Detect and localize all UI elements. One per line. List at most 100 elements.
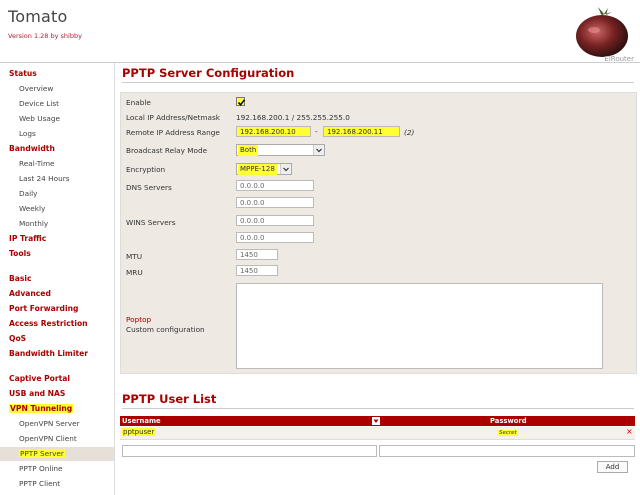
wins-server-1-input[interactable]: 0.0.0.0 bbox=[236, 215, 314, 226]
sidebar-item-label: Monthly bbox=[19, 219, 49, 228]
enable-label: Enable bbox=[126, 98, 151, 107]
sidebar-item-openvpn-client[interactable]: OpenVPN Client bbox=[19, 432, 114, 446]
mtu-input[interactable]: 1450 bbox=[236, 249, 278, 260]
sidebar-item-access-restriction[interactable]: Access Restriction bbox=[9, 317, 114, 331]
sidebar-item-label: PPTP Server bbox=[19, 449, 65, 458]
range-count-note: (2) bbox=[404, 128, 415, 137]
table-row[interactable]: pptpuser Secret × bbox=[120, 427, 635, 440]
sidebar-item-device-list[interactable]: Device List bbox=[19, 97, 114, 111]
sidebar-item-label: Overview bbox=[19, 84, 54, 93]
sidebar-item-monthly[interactable]: Monthly bbox=[19, 217, 114, 231]
encryption-select-value: MPPE-128 bbox=[238, 164, 277, 175]
new-password-input[interactable] bbox=[379, 445, 635, 457]
sidebar-item-label: Bandwidth Limiter bbox=[9, 349, 88, 358]
sidebar-item-basic[interactable]: Basic bbox=[9, 272, 114, 286]
sidebar-item-logs[interactable]: Logs bbox=[19, 127, 114, 141]
password-column-header[interactable]: Password bbox=[490, 416, 527, 426]
sidebar-item-label: Advanced bbox=[9, 289, 51, 298]
broadcast-select[interactable]: Both bbox=[236, 144, 325, 156]
sidebar-item-captive-portal[interactable]: Captive Portal bbox=[9, 372, 114, 386]
sidebar-item-qos[interactable]: QoS bbox=[9, 332, 114, 346]
table-header: Username Password bbox=[120, 416, 635, 426]
encryption-label: Encryption bbox=[126, 165, 166, 174]
dns-server-1-input[interactable]: 0.0.0.0 bbox=[236, 180, 314, 191]
encryption-select[interactable]: MPPE-128 bbox=[236, 163, 292, 175]
tomato-logo-icon bbox=[576, 7, 628, 57]
sidebar-item-pptp-client[interactable]: PPTP Client bbox=[19, 477, 114, 491]
sidebar-item-port-forwarding[interactable]: Port Forwarding bbox=[9, 302, 114, 316]
sidebar-item-label: Device List bbox=[19, 99, 60, 108]
sidebar-item-label: Captive Portal bbox=[9, 374, 70, 383]
sidebar-item-daily[interactable]: Daily bbox=[19, 187, 114, 201]
mru-label: MRU bbox=[126, 268, 143, 277]
chevron-down-icon bbox=[313, 145, 324, 155]
app-title: Tomato bbox=[8, 7, 68, 26]
sidebar-item-label: Status bbox=[9, 69, 37, 78]
local-ip-label: Local IP Address/Netmask bbox=[126, 113, 221, 122]
sidebar-item-openvpn-server[interactable]: OpenVPN Server bbox=[19, 417, 114, 431]
sidebar-item-label: VPN Tunneling bbox=[9, 404, 74, 413]
custom-config-textarea[interactable] bbox=[236, 283, 603, 369]
dns-label: DNS Servers bbox=[126, 183, 172, 192]
sidebar-item-usb-and-nas[interactable]: USB and NAS bbox=[9, 387, 114, 401]
sidebar-item-label: OpenVPN Server bbox=[19, 419, 80, 428]
sidebar-item-last-24-hours[interactable]: Last 24 Hours bbox=[19, 172, 114, 186]
sort-down-icon[interactable] bbox=[372, 417, 380, 425]
sidebar-item-bandwidth[interactable]: Bandwidth bbox=[9, 142, 114, 156]
delete-icon[interactable]: × bbox=[626, 427, 633, 436]
chevron-down-icon bbox=[280, 164, 291, 174]
wins-label: WINS Servers bbox=[126, 218, 176, 227]
sidebar-item-vpn-tunneling[interactable]: VPN Tunneling bbox=[9, 402, 114, 416]
remote-range-label: Remote IP Address Range bbox=[126, 128, 220, 137]
wins-server-2-input[interactable]: 0.0.0.0 bbox=[236, 232, 314, 243]
sidebar-item-weekly[interactable]: Weekly bbox=[19, 202, 114, 216]
password-cell: Secret bbox=[498, 430, 518, 436]
new-username-input[interactable] bbox=[122, 445, 377, 457]
router-name: ElRouter bbox=[604, 55, 634, 63]
sidebar-item-label: Last 24 Hours bbox=[19, 174, 70, 183]
header: Tomato Version 1.28 by shibby ElRouter bbox=[0, 0, 640, 63]
dns-server-2-input[interactable]: 0.0.0.0 bbox=[236, 197, 314, 208]
divider bbox=[122, 408, 634, 409]
sidebar-item-real-time[interactable]: Real-Time bbox=[19, 157, 114, 171]
sidebar-item-pptp-online[interactable]: PPTP Online bbox=[19, 462, 114, 476]
sidebar-item-label: IP Traffic bbox=[9, 234, 47, 243]
local-ip-value: 192.168.200.1 / 255.255.255.0 bbox=[236, 113, 350, 122]
sidebar-item-label: Tools bbox=[9, 249, 31, 258]
sidebar-item-label: Access Restriction bbox=[9, 319, 88, 328]
sidebar-item-label: Port Forwarding bbox=[9, 304, 79, 313]
sidebar-item-label: OpenVPN Client bbox=[19, 434, 77, 443]
remote-end-input[interactable]: 192.168.200.11 bbox=[323, 126, 400, 137]
mtu-label: MTU bbox=[126, 252, 143, 261]
broadcast-label: Broadcast Relay Mode bbox=[126, 146, 208, 155]
app-version: Version 1.28 by shibby bbox=[8, 32, 82, 40]
divider bbox=[122, 82, 634, 83]
sidebar-item-overview[interactable]: Overview bbox=[19, 82, 114, 96]
username-column-header[interactable]: Username bbox=[122, 416, 161, 426]
sidebar-item-tools[interactable]: Tools bbox=[9, 247, 114, 261]
sidebar-item-label: Bandwidth bbox=[9, 144, 55, 153]
sidebar-item-label: Real-Time bbox=[19, 159, 55, 168]
sidebar-item-advanced[interactable]: Advanced bbox=[9, 287, 114, 301]
sidebar-item-label: Basic bbox=[9, 274, 32, 283]
sidebar-item-label: QoS bbox=[9, 334, 27, 343]
sidebar-item-ip-traffic[interactable]: IP Traffic bbox=[9, 232, 114, 246]
range-separator: - bbox=[315, 127, 318, 136]
sidebar-item-label: Logs bbox=[19, 129, 36, 138]
custom-config-label: Custom configuration bbox=[126, 325, 205, 334]
sidebar-item-pptp-server[interactable]: PPTP Server bbox=[0, 447, 114, 461]
add-user-button[interactable]: Add bbox=[597, 461, 628, 473]
sidebar-item-web-usage[interactable]: Web Usage bbox=[19, 112, 114, 126]
mru-input[interactable]: 1450 bbox=[236, 265, 278, 276]
broadcast-select-value: Both bbox=[238, 145, 259, 156]
sidebar-item-status[interactable]: Status bbox=[9, 67, 114, 81]
sidebar-item-label: PPTP Online bbox=[19, 464, 63, 473]
poptop-link[interactable]: Poptop bbox=[126, 315, 151, 324]
enable-checkbox[interactable] bbox=[236, 97, 246, 106]
config-section-title: PPTP Server Configuration bbox=[122, 66, 295, 80]
sidebar-item-label: PPTP Client bbox=[19, 479, 61, 488]
checkmark-icon bbox=[237, 99, 246, 106]
sidebar-item-label: Weekly bbox=[19, 204, 46, 213]
remote-start-input[interactable]: 192.168.200.10 bbox=[236, 126, 311, 137]
sidebar-item-bandwidth-limiter[interactable]: Bandwidth Limiter bbox=[9, 347, 114, 361]
